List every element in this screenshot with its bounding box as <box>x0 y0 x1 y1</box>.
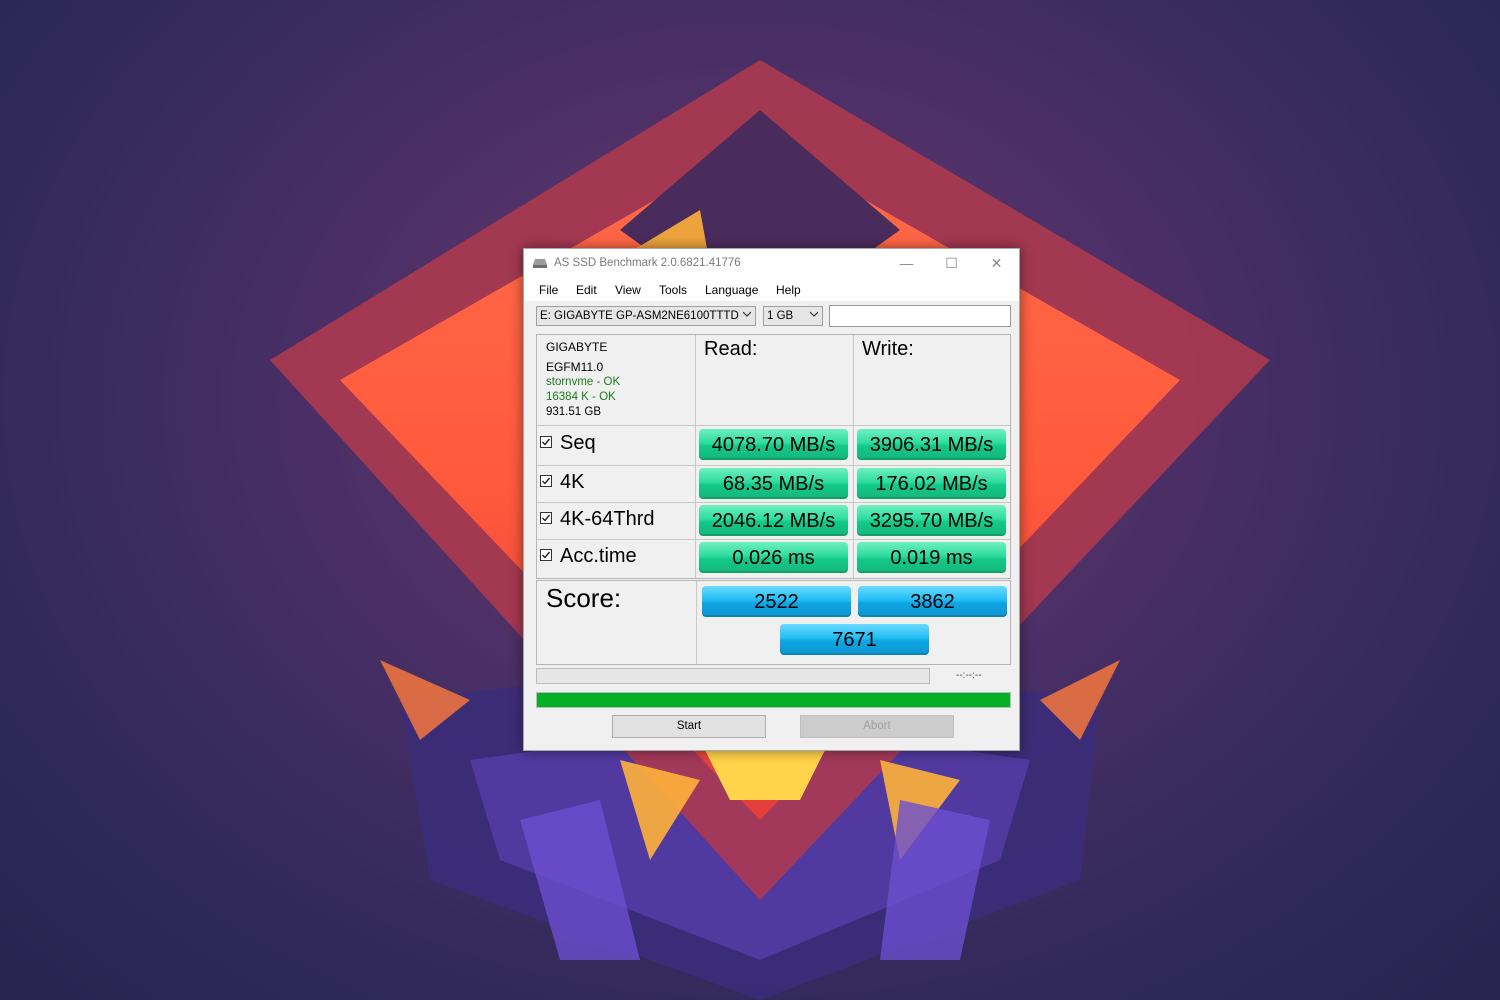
divider <box>696 581 697 664</box>
read-header: Read: <box>704 338 758 360</box>
acc-time-read-result: 0.026 ms <box>699 542 848 573</box>
alignment-status: 16384 K - OK <box>546 391 616 403</box>
test-progress-bar <box>536 668 930 684</box>
write-header: Write: <box>862 338 914 360</box>
chevron-down-icon <box>743 311 751 317</box>
drive-icon <box>533 259 547 268</box>
check-icon <box>542 551 551 559</box>
start-button[interactable]: Start <box>612 715 766 738</box>
test-row-seq[interactable]: Seq <box>540 432 596 455</box>
title-bar[interactable]: AS SSD Benchmark 2.0.6821.41776 — ☐ ✕ <box>524 249 1019 277</box>
divider <box>537 465 1010 466</box>
chevron-down-icon <box>810 311 818 317</box>
check-icon <box>542 514 551 522</box>
test-name-4k-64thrd: 4K-64Thrd <box>560 508 655 530</box>
check-icon <box>542 477 551 485</box>
size-select[interactable]: 1 GB <box>763 306 823 326</box>
abort-button[interactable]: Abort <box>800 715 954 738</box>
menu-view[interactable]: View <box>615 283 641 297</box>
results-name-input[interactable] <box>829 305 1011 327</box>
menu-tools[interactable]: Tools <box>659 283 687 297</box>
test-row-4k[interactable]: 4K <box>540 471 584 494</box>
maximize-button[interactable]: ☐ <box>929 249 974 277</box>
divider <box>537 425 1010 426</box>
test-row-acc-time[interactable]: Acc.time <box>540 545 637 568</box>
menu-file[interactable]: File <box>539 283 558 297</box>
driver-status: stornvme - OK <box>546 376 621 388</box>
total-score: 7671 <box>780 624 929 655</box>
checkbox-4k-64thrd[interactable] <box>540 511 552 524</box>
progress-fill <box>537 693 1010 707</box>
acc-time-write-result: 0.019 ms <box>857 542 1006 573</box>
drive-firmware: EGFM11.0 <box>546 360 604 374</box>
test-name-4k: 4K <box>560 471 585 493</box>
drive-vendor: GIGABYTE <box>546 340 608 354</box>
overall-progress-bar <box>536 692 1011 708</box>
drive-capacity: 931.51 GB <box>546 406 601 418</box>
divider <box>537 502 1010 503</box>
window-title: AS SSD Benchmark 2.0.6821.41776 <box>554 257 741 269</box>
menu-language[interactable]: Language <box>705 283 758 297</box>
4k-write-result: 176.02 MB/s <box>857 468 1006 499</box>
test-row-4k-64thrd[interactable]: 4K-64Thrd <box>540 508 655 531</box>
4k-read-result: 68.35 MB/s <box>699 468 848 499</box>
minimize-button[interactable]: — <box>884 249 929 277</box>
4k-64thrd-read-result: 2046.12 MB/s <box>699 505 848 536</box>
menu-help[interactable]: Help <box>776 283 801 297</box>
test-name-acc-time: Acc.time <box>560 545 637 567</box>
menu-edit[interactable]: Edit <box>576 283 597 297</box>
checkbox-4k[interactable] <box>540 474 552 487</box>
seq-read-result: 4078.70 MB/s <box>699 429 848 460</box>
test-name-seq: Seq <box>560 432 596 454</box>
size-select-value: 1 GB <box>767 310 794 322</box>
checkbox-seq[interactable] <box>540 435 552 448</box>
drive-select-value: E: GIGABYTE GP-ASM2NE6100TTTD <box>540 310 739 322</box>
read-score: 2522 <box>702 586 851 617</box>
elapsed-time: --:--:-- <box>956 670 982 681</box>
close-button[interactable]: ✕ <box>974 249 1019 277</box>
score-label: Score: <box>546 583 622 613</box>
4k-64thrd-write-result: 3295.70 MB/s <box>857 505 1006 536</box>
drive-select[interactable]: E: GIGABYTE GP-ASM2NE6100TTTD <box>536 306 756 326</box>
seq-write-result: 3906.31 MB/s <box>857 429 1006 460</box>
write-score: 3862 <box>858 586 1007 617</box>
checkbox-acc-time[interactable] <box>540 548 552 561</box>
check-icon <box>542 438 551 446</box>
as-ssd-window: AS SSD Benchmark 2.0.6821.41776 — ☐ ✕ Fi… <box>523 248 1020 751</box>
divider <box>537 539 1010 540</box>
divider <box>853 335 854 578</box>
divider <box>695 335 696 578</box>
menu-bar: File Edit View Tools Language Help <box>524 277 1019 301</box>
